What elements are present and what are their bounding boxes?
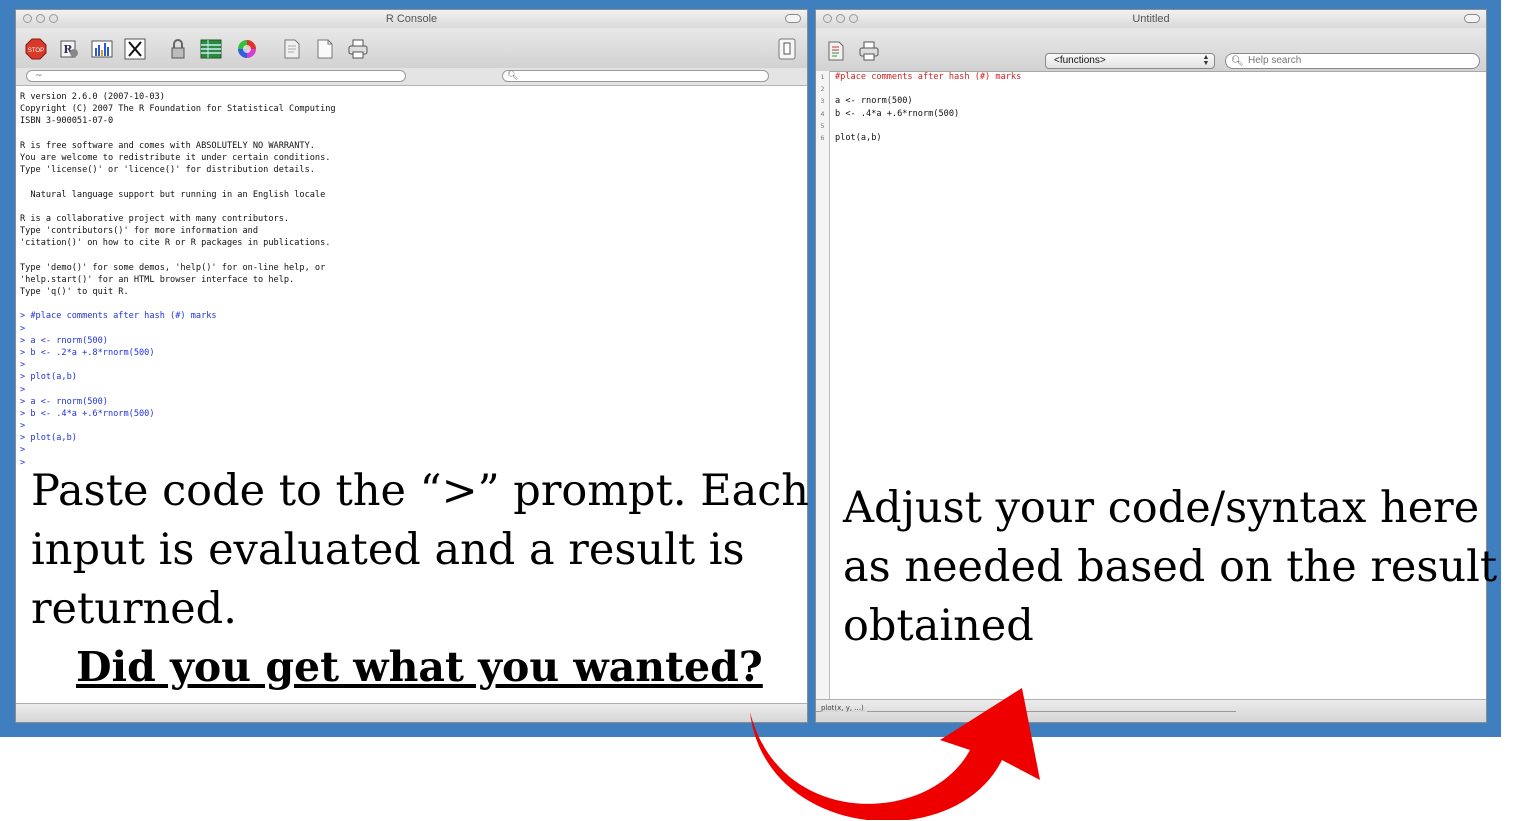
console-input-line: > — [20, 384, 26, 395]
console-output-line: R is free software and comes with ABSOLU… — [20, 140, 315, 151]
console-output[interactable]: R version 2.6.0 (2007-10-03) Copyright (C… — [20, 91, 803, 469]
editor-title: Untitled — [1132, 13, 1170, 25]
caption-line: Paste code to the “>” prompt. Each — [31, 466, 809, 516]
console-input-line: > — [20, 323, 26, 334]
print-icon[interactable] — [347, 38, 369, 60]
line-number-gutter: 1 2 3 4 5 6 — [816, 71, 830, 700]
chevron-updown-icon: ▲ ▼ — [1202, 54, 1210, 67]
help-search-input[interactable]: 🔍︎ Help search — [1225, 53, 1480, 69]
console-output-line: Type 'q()' to quit R. — [20, 287, 129, 297]
console-caption: Paste code to the “>” prompt. Each input … — [31, 462, 809, 639]
console-input-line: > plot(a,b) — [20, 372, 77, 383]
run-script-icon[interactable] — [825, 40, 847, 62]
line-number: 4 — [820, 109, 825, 118]
quartz-graph-icon[interactable] — [91, 38, 113, 60]
functions-select-value: <functions> — [1054, 55, 1106, 66]
zoom-window-button[interactable] — [49, 14, 58, 23]
console-input-line: > a <- rnorm(500) — [20, 396, 108, 407]
script-code-line: a <- rnorm(500) — [835, 96, 913, 107]
line-number: 5 — [820, 121, 825, 130]
console-title: R Console — [385, 13, 438, 25]
script-code-line — [835, 83, 1021, 95]
console-titlebar[interactable]: R Console — [16, 10, 807, 28]
help-search-placeholder: Help search — [1248, 55, 1302, 66]
console-input-line: > plot(a,b) — [20, 433, 77, 444]
console-output-line: R version 2.6.0 (2007-10-03) — [20, 92, 165, 102]
script-code-line: plot(a,b) — [835, 132, 882, 143]
editor-titlebar[interactable]: Untitled — [816, 10, 1486, 28]
print-icon[interactable] — [858, 40, 880, 62]
console-output-line: 'help.start()' for an HTML browser inter… — [20, 274, 295, 285]
caption-line: Adjust your code/syntax here — [843, 483, 1480, 533]
console-output-line: Type 'demo()' for some demos, 'help()' f… — [20, 262, 326, 273]
working-directory-field[interactable]: ~ — [26, 70, 406, 82]
console-input-line: > #place comments after hash (#) marks — [20, 311, 217, 322]
caption-line: returned. — [31, 584, 237, 634]
line-number: 6 — [820, 133, 825, 142]
lock-icon[interactable] — [167, 38, 189, 60]
line-number: 3 — [820, 97, 825, 106]
console-input-line: > b <- .4*a +.6*rnorm(500) — [20, 408, 155, 419]
window-controls — [823, 14, 858, 23]
new-document-icon[interactable] — [314, 38, 336, 60]
script-text-area[interactable]: #place comments after hash (#) marks a <-… — [835, 71, 1021, 144]
open-document-icon[interactable] — [281, 38, 303, 60]
editor-toolbar: <functions> ▲ ▼ 🔍︎ Help search — [816, 28, 1486, 72]
console-output-line: R is a collaborative project with many c… — [20, 213, 290, 224]
functions-select[interactable]: <functions> ▲ ▼ — [1045, 53, 1215, 69]
console-input-line: > — [20, 421, 26, 432]
line-number: 2 — [820, 85, 825, 94]
caption-line: input is evaluated and a result is — [31, 525, 745, 575]
close-window-button[interactable] — [23, 14, 32, 23]
stop-icon[interactable]: STOP — [25, 38, 47, 60]
window-controls — [23, 14, 58, 23]
caption-line: obtained — [843, 601, 1034, 651]
console-toolbar: STOP R — [16, 28, 807, 69]
console-input-line: > b <- .2*a +.8*rnorm(500) — [20, 347, 155, 358]
console-input-line: > a <- rnorm(500) — [20, 335, 108, 346]
console-output-line: Copyright (C) 2007 The R Foundation for … — [20, 104, 336, 115]
search-icon: 🔍︎ — [507, 71, 519, 81]
svg-text:STOP: STOP — [28, 48, 44, 54]
script-comment-line: #place comments after hash (#) marks — [835, 72, 1022, 82]
console-input-line: > — [20, 360, 26, 371]
minimize-window-button[interactable] — [836, 14, 845, 23]
console-output-line: You are welcome to redistribute it under… — [20, 152, 331, 163]
script-code-line — [835, 120, 1021, 132]
toolbar-side-icon[interactable] — [778, 38, 796, 60]
color-wheel-icon[interactable] — [236, 38, 258, 60]
script-code-line: b <- .4*a +.6*rnorm(500) — [835, 108, 960, 119]
x11-icon[interactable] — [124, 38, 146, 60]
minimize-window-button[interactable] — [36, 14, 45, 23]
console-output-line: Natural language support but running in … — [20, 189, 326, 200]
console-search-field[interactable]: 🔍︎ — [502, 70, 769, 82]
data-editor-icon[interactable] — [200, 38, 222, 60]
console-input-line: > — [20, 445, 26, 456]
source-script-icon[interactable]: R — [58, 38, 80, 60]
caption-line: as needed based on the result — [843, 542, 1498, 592]
toolbar-toggle-button[interactable] — [785, 14, 801, 23]
toolbar-toggle-button[interactable] — [1464, 14, 1480, 23]
caption-question: Did you get what you wanted? — [76, 643, 763, 691]
console-output-line: Type 'license()' or 'licence()' for dist… — [20, 165, 315, 176]
line-number: 1 — [820, 73, 825, 81]
search-icon: 🔍︎ — [1231, 56, 1244, 67]
console-output-line: ISBN 3-900051-07-0 — [20, 116, 114, 127]
editor-caption: Adjust your code/syntax here as needed ba… — [843, 479, 1497, 656]
zoom-window-button[interactable] — [849, 14, 858, 23]
console-output-line: 'citation()' on how to cite R or R packa… — [20, 238, 331, 249]
console-output-line: Type 'contributors()' for more informati… — [20, 226, 258, 237]
close-window-button[interactable] — [823, 14, 832, 23]
console-statusbar — [16, 703, 807, 722]
console-filterbar: ~ 🔍︎ — [16, 68, 807, 86]
curved-arrow-icon — [750, 688, 1040, 820]
